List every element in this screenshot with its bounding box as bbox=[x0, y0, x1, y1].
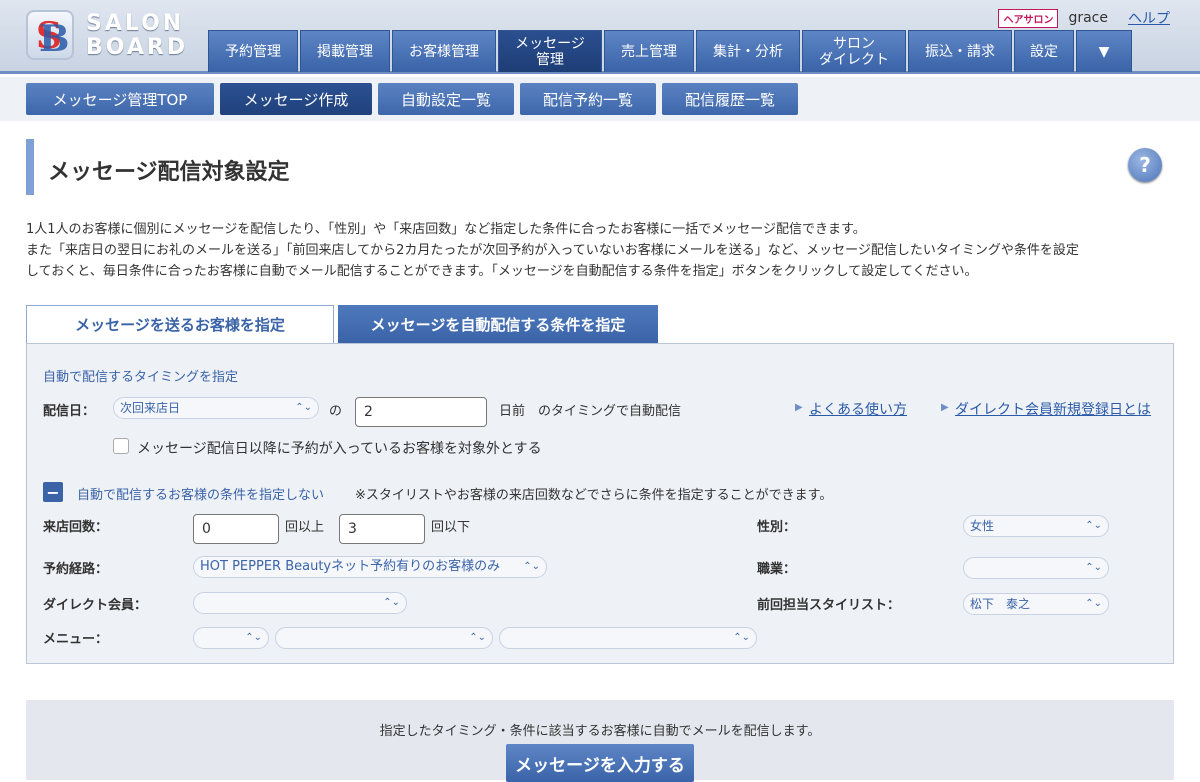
occupation-select[interactable]: ⌃⌄ bbox=[963, 557, 1109, 579]
select-chevron-icon: ⌃⌄ bbox=[1085, 562, 1102, 573]
select-chevron-icon: ⌃⌄ bbox=[733, 632, 750, 643]
faq-arrow-icon: ▶ bbox=[795, 402, 803, 413]
collapse-minus-icon[interactable]: − bbox=[43, 482, 63, 502]
of-label: の bbox=[329, 404, 343, 419]
auto-condition-panel: 自動で配信するタイミングを指定 配信日： 次回来店日 ⌃⌄ の 2 日前 のタイ… bbox=[26, 343, 1174, 664]
delivery-date-select[interactable]: 次回来店日 ⌃⌄ bbox=[113, 397, 319, 419]
nav-analytics[interactable]: 集計・分析 bbox=[696, 30, 800, 72]
delivery-date-label: 配信日： bbox=[43, 404, 96, 419]
select-chevron-icon: ⌃⌄ bbox=[383, 597, 400, 608]
days-suffix: 日前 のタイミングで自動配信 bbox=[499, 404, 682, 419]
nav-billing[interactable]: 振込・請求 bbox=[908, 30, 1012, 72]
bottom-action-area: 指定したタイミング・条件に該当するお客様に自動でメールを配信します。 メッセージ… bbox=[26, 700, 1174, 782]
nav-customers[interactable]: お客様管理 bbox=[392, 30, 496, 72]
menu-select-3[interactable]: ⌃⌄ bbox=[499, 627, 757, 649]
select-chevron-icon: ⌃⌄ bbox=[523, 561, 540, 572]
direct-member-label: ダイレクト会員： bbox=[43, 598, 148, 613]
direct-member-help-link[interactable]: ダイレクト会員新規登録日とは bbox=[955, 399, 1151, 419]
salon-board-logo[interactable]: SB SALON BOARD bbox=[26, 10, 186, 64]
page-title: メッセージ配信対象設定 bbox=[48, 160, 290, 185]
visit-max-suffix: 回以下 bbox=[431, 520, 471, 535]
menu-select-1[interactable]: ⌃⌄ bbox=[193, 627, 269, 649]
desc-line-1: 1人1人のお客様に個別にメッセージを配信したり、「性別」や「来店回数」など指定し… bbox=[26, 222, 866, 237]
tab-select-customers[interactable]: メッセージを送るお客様を指定 bbox=[26, 305, 334, 343]
select-chevron-icon: ⌃⌄ bbox=[469, 632, 486, 643]
help-link[interactable]: ヘルプ bbox=[1128, 8, 1170, 28]
visit-min-input[interactable]: 0 bbox=[193, 514, 279, 544]
logo-line2: BOARD bbox=[86, 35, 189, 60]
help-icon[interactable]: ? bbox=[1128, 148, 1162, 182]
enter-message-button[interactable]: メッセージを入力する bbox=[506, 744, 694, 782]
subnav-scheduled[interactable]: 配信予約一覧 bbox=[520, 83, 656, 115]
days-before-input[interactable]: 2 bbox=[355, 397, 487, 427]
direct-member-select[interactable]: ⌃⌄ bbox=[193, 592, 407, 614]
gender-select[interactable]: 女性 ⌃⌄ bbox=[963, 515, 1109, 537]
condition-toggle-label[interactable]: 自動で配信するお客様の条件を指定しない bbox=[77, 484, 324, 503]
nav-reservation[interactable]: 予約管理 bbox=[208, 30, 298, 72]
sub-nav: メッセージ管理TOP メッセージ作成 自動設定一覧 配信予約一覧 配信履歴一覧 bbox=[0, 77, 1200, 121]
main-nav: 予約管理 掲載管理 お客様管理 メッセージ 管理 売上管理 集計・分析 サロン … bbox=[208, 30, 1132, 72]
nav-listing[interactable]: 掲載管理 bbox=[300, 30, 390, 72]
exclude-booked-checkbox[interactable] bbox=[113, 438, 129, 454]
username: grace bbox=[1068, 10, 1108, 26]
faq-link[interactable]: よくある使い方 bbox=[809, 399, 907, 419]
condition-note: ※スタイリストやお客様の来店回数などでさらに条件を指定することができます。 bbox=[355, 488, 833, 503]
menu-label: メニュー： bbox=[43, 632, 109, 647]
nav-messages[interactable]: メッセージ 管理 bbox=[498, 30, 602, 72]
subnav-history[interactable]: 配信履歴一覧 bbox=[662, 83, 798, 115]
logo-line1: SALON bbox=[86, 11, 185, 36]
desc-line-2: また「来店日の翌日にお礼のメールを送る」「前回来店してから2カ月たったが次回予約… bbox=[26, 243, 1079, 258]
logo-mark-icon: SB bbox=[26, 10, 74, 60]
booking-route-select[interactable]: HOT PEPPER Beautyネット予約有りのお客様のみ ⌃⌄ bbox=[193, 556, 547, 578]
visit-max-input[interactable]: 3 bbox=[339, 514, 425, 544]
visit-min-suffix: 回以上 bbox=[285, 520, 325, 535]
page-description: 1人1人のお客様に個別にメッセージを配信したり、「性別」や「来店回数」など指定し… bbox=[26, 219, 1176, 282]
direct-arrow-icon: ▶ bbox=[941, 402, 949, 413]
subnav-auto-settings[interactable]: 自動設定一覧 bbox=[378, 83, 514, 115]
bottom-description: 指定したタイミング・条件に該当するお客様に自動でメールを配信します。 bbox=[379, 724, 821, 739]
nav-salon-direct[interactable]: サロン ダイレクト bbox=[802, 30, 906, 72]
timing-heading: 自動で配信するタイミングを指定 bbox=[43, 370, 239, 385]
occupation-label: 職業： bbox=[757, 562, 797, 577]
salon-type-badge: ヘアサロン bbox=[998, 8, 1059, 28]
nav-sales[interactable]: 売上管理 bbox=[604, 30, 694, 72]
tab-auto-conditions[interactable]: メッセージを自動配信する条件を指定 bbox=[338, 305, 658, 343]
user-bar: ヘアサロン grace ヘルプ bbox=[998, 8, 1170, 28]
select-chevron-icon: ⌃⌄ bbox=[1085, 598, 1102, 609]
booking-route-label: 予約経路： bbox=[43, 562, 109, 577]
header: SB SALON BOARD ヘアサロン grace ヘルプ 予約管理 掲載管理… bbox=[0, 0, 1200, 74]
nav-more-chevron-icon[interactable]: ▼ bbox=[1076, 30, 1132, 72]
last-stylist-select[interactable]: 松下 泰之 ⌃⌄ bbox=[963, 593, 1109, 615]
select-chevron-icon: ⌃⌄ bbox=[245, 632, 262, 643]
subnav-message-create[interactable]: メッセージ作成 bbox=[220, 83, 372, 115]
select-chevron-icon: ⌃⌄ bbox=[295, 402, 312, 413]
nav-settings[interactable]: 設定 bbox=[1014, 30, 1074, 72]
select-chevron-icon: ⌃⌄ bbox=[1085, 520, 1102, 531]
menu-select-2[interactable]: ⌃⌄ bbox=[275, 627, 493, 649]
subnav-message-top[interactable]: メッセージ管理TOP bbox=[26, 83, 214, 115]
exclude-booked-label: メッセージ配信日以降に予約が入っているお客様を対象外とする bbox=[137, 441, 542, 457]
last-stylist-label: 前回担当スタイリスト： bbox=[757, 598, 901, 613]
title-accent-bar bbox=[26, 139, 34, 195]
visit-count-label: 来店回数： bbox=[43, 520, 109, 535]
gender-label: 性別： bbox=[757, 520, 797, 535]
desc-line-3: しておくと、毎日条件に合ったお客様に自動でメール配信することができます。「メッセ… bbox=[26, 264, 978, 279]
